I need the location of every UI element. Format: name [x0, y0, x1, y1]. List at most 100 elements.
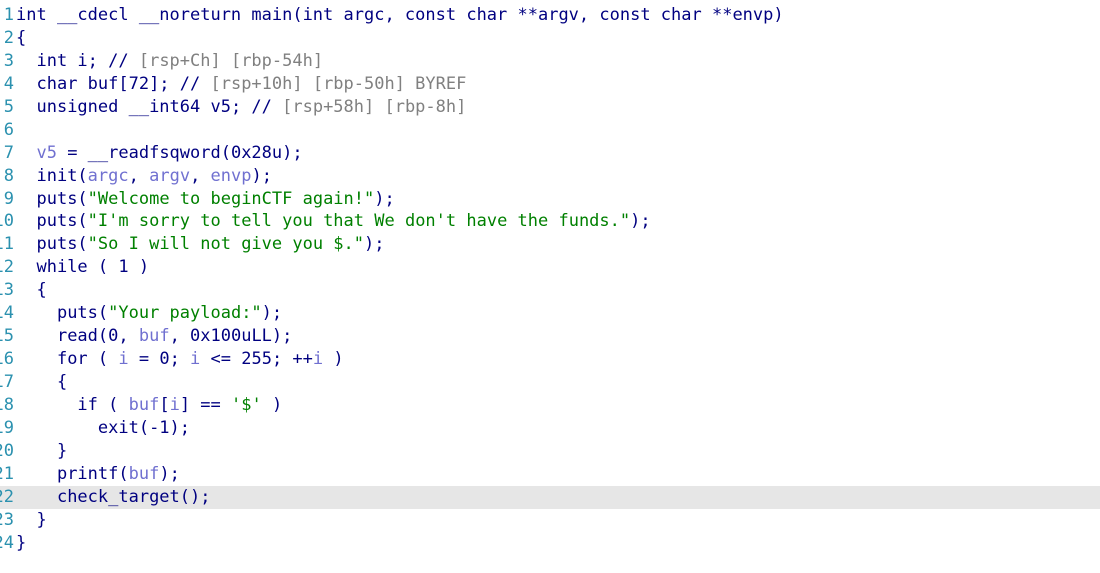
code-line[interactable]: 6 [0, 119, 1100, 142]
token-plain: ); [251, 165, 272, 186]
line-number: 2 [3, 27, 14, 48]
token-string: "I'm sorry to tell you that We don't hav… [87, 211, 631, 232]
code-line[interactable]: 11 puts("So I will not give you $."); [0, 233, 1100, 256]
line-number: 20 [0, 440, 14, 461]
code-text[interactable]: check_target(); [16, 486, 211, 509]
token-plain: } [16, 532, 27, 553]
code-line[interactable]: 16 for ( i = 0; i <= 255; ++i ) [0, 348, 1100, 371]
token-string: "So I will not give you $." [87, 234, 365, 255]
code-text[interactable]: } [16, 440, 67, 463]
code-line[interactable]: 3 int i; // [rsp+Ch] [rbp-54h] [0, 50, 1100, 73]
line-number: 1 [3, 5, 14, 25]
token-plain: puts( [36, 188, 88, 209]
token-plain: { [16, 27, 27, 48]
code-line[interactable]: 18 if ( buf[i] == '$' ) [0, 394, 1100, 417]
line-number: 16 [0, 349, 14, 370]
token-string: "Welcome to beginCTF again!" [87, 188, 375, 209]
token-var: buf [138, 326, 170, 347]
code-line[interactable]: 22 check_target(); [0, 485, 1100, 509]
token-plain: , [190, 165, 211, 186]
line-number: 22 [0, 486, 14, 507]
line-number: 21 [0, 463, 14, 484]
code-text[interactable]: { [16, 279, 47, 302]
code-text[interactable]: char buf[72]; // [rsp+10h] [rbp-50h] BYR… [16, 73, 466, 96]
code-line[interactable]: 23 } [0, 509, 1100, 532]
code-line[interactable]: 9 puts("Welcome to beginCTF again!"); [0, 188, 1100, 211]
line-number: 17 [0, 372, 14, 392]
code-text[interactable]: init(argc, argv, envp); [16, 165, 272, 188]
token-var: envp [210, 165, 252, 186]
code-text[interactable]: read(0, buf, 0x100uLL); [16, 325, 292, 348]
token-plain: = __readfsqword(0x28u); [56, 142, 303, 163]
code-line[interactable]: 20 } [0, 440, 1100, 463]
code-line[interactable]: 14 puts("Your payload:"); [0, 302, 1100, 325]
code-line[interactable]: 12 while ( 1 ) [0, 256, 1100, 279]
token-plain: check_target(); [56, 486, 211, 507]
token-comment: [rsp+58h] [rbp-8h] [282, 96, 467, 117]
code-line[interactable]: 5 unsigned __int64 v5; // [rsp+58h] [rbp… [0, 96, 1100, 119]
code-text[interactable]: { [16, 27, 26, 50]
code-text[interactable]: int i; // [rsp+Ch] [rbp-54h] [16, 50, 323, 73]
code-line[interactable]: 8 init(argc, argv, envp); [0, 165, 1100, 188]
code-text[interactable]: unsigned __int64 v5; // [rsp+58h] [rbp-8… [16, 96, 466, 119]
code-line[interactable]: 19 exit(-1); [0, 417, 1100, 440]
line-number: 19 [0, 417, 14, 438]
code-text[interactable]: puts("Your payload:"); [16, 302, 282, 325]
code-line[interactable]: 24} [0, 532, 1100, 555]
token-var: buf [128, 463, 160, 484]
token-plain: ); [159, 463, 180, 484]
token-comment: [rsp+10h] [rbp-50h] BYREF [210, 73, 467, 94]
line-number: 15 [0, 326, 14, 347]
code-text[interactable]: for ( i = 0; i <= 255; ++i ) [16, 348, 344, 371]
token-var: argv [149, 165, 191, 186]
token-plain: exit(-1); [97, 417, 191, 438]
code-line[interactable]: 10 puts("I'm sorry to tell you that We d… [0, 210, 1100, 233]
code-text[interactable]: exit(-1); [16, 417, 190, 440]
code-text[interactable]: } [16, 509, 46, 532]
code-text[interactable]: puts("So I will not give you $."); [16, 233, 384, 256]
code-line[interactable]: 17 { [0, 371, 1100, 394]
line-number: 11 [0, 234, 14, 255]
line-number: 3 [3, 50, 14, 71]
code-line[interactable]: 4 char buf[72]; // [rsp+10h] [rbp-50h] B… [0, 73, 1100, 96]
line-number: 23 [0, 509, 14, 530]
token-plain: printf( [56, 463, 129, 484]
token-string: "Your payload:" [108, 303, 262, 324]
code-text[interactable]: puts("I'm sorry to tell you that We don'… [16, 210, 650, 233]
code-line[interactable]: 2{ [0, 27, 1100, 50]
token-var: i [118, 349, 129, 370]
code-text[interactable]: int __cdecl __noreturn main(int argc, co… [16, 4, 784, 27]
token-plain: ) [261, 394, 283, 415]
code-text[interactable]: v5 = __readfsqword(0x28u); [16, 142, 303, 165]
code-text[interactable]: } [16, 532, 26, 555]
code-line[interactable]: 1 int __cdecl __noreturn main(int argc, c… [0, 4, 1100, 27]
code-text[interactable]: if ( buf[i] == '$' ) [16, 394, 282, 417]
code-text[interactable]: printf(buf); [16, 463, 180, 486]
token-plain: { [56, 372, 68, 392]
line-number: 24 [0, 532, 14, 553]
token-var: v5 [36, 142, 57, 163]
token-plain: ] == [179, 394, 232, 415]
code-line[interactable]: 7 v5 = __readfsqword(0x28u); [0, 142, 1100, 165]
token-plain: ); [374, 188, 395, 209]
line-number: 9 [3, 188, 14, 209]
token-var: buf [128, 394, 160, 415]
code-text[interactable]: { [16, 371, 67, 394]
code-line[interactable]: 15 read(0, buf, 0x100uLL); [0, 325, 1100, 348]
token-plain: { [36, 280, 47, 301]
code-text[interactable]: puts("Welcome to beginCTF again!"); [16, 188, 395, 211]
code-line[interactable]: 13 { [0, 279, 1100, 302]
pseudocode-view[interactable]: 1 int __cdecl __noreturn main(int argc, c… [0, 4, 1100, 555]
line-number: 14 [0, 303, 14, 324]
code-text[interactable]: while ( 1 ) [16, 256, 149, 279]
code-line[interactable]: 21 printf(buf); [0, 463, 1100, 486]
token-plain: ) [323, 349, 344, 370]
